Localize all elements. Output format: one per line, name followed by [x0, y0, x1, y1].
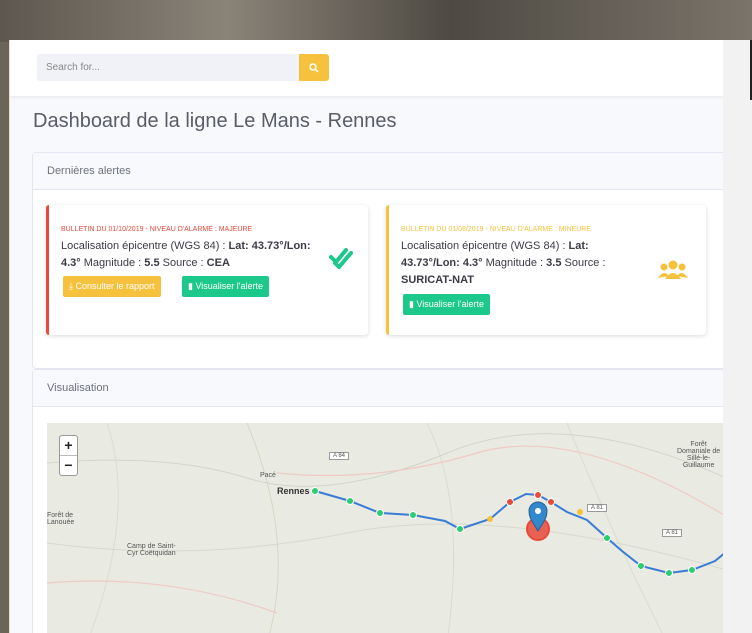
src-label: Source : — [159, 257, 207, 269]
button-label: Visualiser l'alerte — [416, 299, 485, 309]
src-label: Source : — [561, 257, 606, 269]
bulletin-title: BULLETIN DU 01/08/2019 - NIVEAU D'ALARME… — [401, 226, 592, 233]
lon-value: /Lon: 4.3° — [432, 257, 483, 269]
alert-description: Localisation épicentre (WGS 84) : Lat: 4… — [61, 238, 326, 272]
route-station-yellow — [577, 509, 583, 515]
zoom-control: + − — [59, 435, 78, 476]
mag-value: 5.5 — [144, 257, 160, 269]
check-double-icon — [329, 248, 353, 269]
mag-value: 3.5 — [546, 257, 562, 269]
zoom-out-button[interactable]: − — [60, 456, 77, 475]
alert-card-major: BULLETIN DU 01/10/2019 - NIVEAU D'ALARME… — [46, 205, 368, 335]
view-alert-button[interactable]: ▮ Visualiser l'alerte — [403, 294, 491, 315]
app-window: Search for... Dashboard de la ligne Le M… — [9, 40, 723, 633]
button-label: Consulter le rapport — [75, 281, 155, 291]
consult-report-button[interactable]: ⤓ Consulter le rapport — [63, 276, 161, 297]
map-label-pace: Pacé — [260, 472, 276, 479]
alert-description: Localisation épicentre (WGS 84) : Lat: 4… — [401, 238, 641, 289]
map-label-foret-right: Forêt Domaniale de Sillé-le- Guillaume — [677, 441, 721, 469]
alert-card-minor: BULLETIN DU 01/08/2019 - NIVEAU D'ALARME… — [386, 205, 706, 335]
button-label: Visualiser l'alerte — [195, 281, 264, 291]
road-shield-a81: A 81 — [662, 529, 683, 537]
road-shield-a81: A 81 — [587, 504, 608, 512]
search-button[interactable] — [299, 54, 329, 81]
background-image — [0, 0, 752, 42]
map-label-rennes: Rennes — [277, 486, 310, 496]
search-icon — [309, 62, 319, 73]
adjacent-window — [722, 40, 752, 633]
loc-label: Localisation épicentre (WGS 84) : — [401, 240, 569, 252]
alerts-panel-title: Dernières alertes — [33, 153, 723, 190]
src-value: SURICAT-NAT — [401, 274, 474, 286]
users-icon — [658, 260, 688, 279]
view-alert-button[interactable]: ▮ Visualiser l'alerte — [182, 276, 270, 297]
mag-label: Magnitude : — [482, 257, 547, 269]
lat-value: Lat: 43.73° — [228, 240, 284, 252]
visualisation-panel-title: Visualisation — [33, 370, 723, 407]
map-label-foret-left: Forêt de Lanouée — [47, 512, 75, 526]
map[interactable]: + − Pacé Rennes Camp de Saint- Cyr Coëtq… — [47, 423, 723, 633]
loc-label: Localisation épicentre (WGS 84) : — [61, 240, 229, 252]
map-label-camp: Camp de Saint- Cyr Coëtquidan — [127, 543, 176, 557]
search-input[interactable]: Search for... — [37, 54, 299, 81]
map-canvas — [47, 423, 723, 633]
src-value: CEA — [206, 257, 230, 269]
zoom-in-button[interactable]: + — [60, 436, 77, 456]
bulletin-title: BULLETIN DU 01/10/2019 - NIVEAU D'ALARME… — [61, 226, 253, 233]
route-station-yellow — [487, 516, 493, 522]
mag-label: Magnitude : — [80, 257, 145, 269]
alert-accent — [386, 205, 389, 335]
page-title: Dashboard de la ligne Le Mans - Rennes — [33, 110, 397, 132]
topbar: Search for... — [10, 40, 723, 96]
visualisation-panel: Visualisation + − Pacé Rennes Camp de Sa… — [32, 369, 723, 633]
alerts-panel: Dernières alertes BULLETIN DU 01/10/2019… — [32, 152, 723, 369]
alert-accent — [46, 205, 49, 335]
road-shield-a84: A 84 — [329, 452, 350, 460]
